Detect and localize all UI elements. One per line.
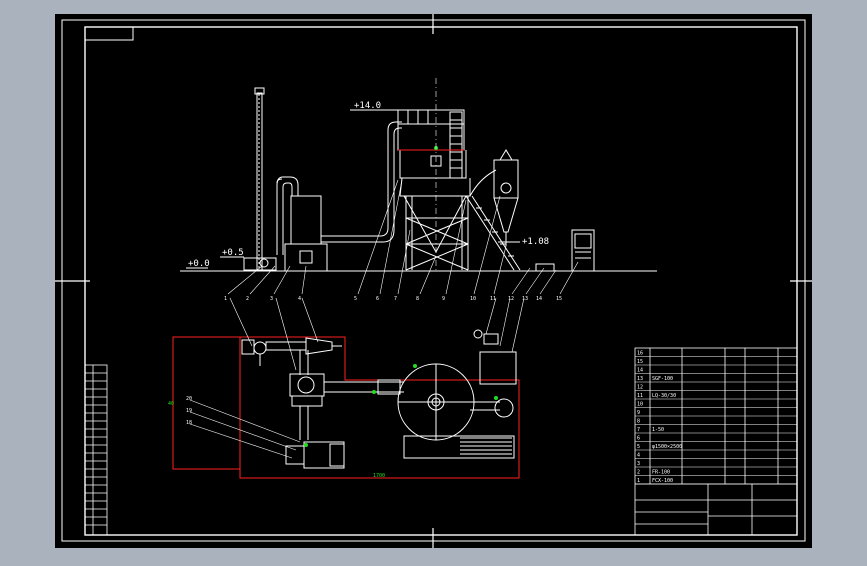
bom-row-part: 1-50 [652, 427, 664, 433]
bom-row-part: FR-100 [652, 470, 670, 476]
cad-viewport[interactable]: +14.0 +1.08 +0.5 +0.0 1 2 3 4 5 6 7 8 9 … [0, 0, 867, 562]
callout: 3 [270, 296, 273, 302]
callout: 4 [298, 296, 301, 302]
level-cyclone: +1.08 [522, 237, 549, 247]
level-top: +14.0 [354, 101, 381, 111]
bom-row-number: 13 [637, 376, 643, 382]
drawing-svg: +14.0 +1.08 +0.5 +0.0 1 2 3 4 5 6 7 8 9 … [55, 14, 812, 548]
callout: 15 [556, 296, 562, 302]
bom-row-number: 15 [637, 359, 643, 365]
callout: 20 [186, 396, 192, 402]
plan-callouts: 20 19 18 [186, 396, 192, 426]
bom-row-number: 10 [637, 402, 643, 408]
bom-row-number: 7 [637, 427, 640, 433]
plan-dim-left: 40 [168, 401, 174, 407]
bom-row-number: 6 [637, 436, 640, 442]
level-low: +0.5 [222, 248, 244, 258]
bom-row-number: 2 [637, 470, 640, 476]
bom-row-number: 3 [637, 461, 640, 467]
level-ground: +0.0 [188, 259, 210, 269]
callout: 5 [354, 296, 357, 302]
callout: 12 [508, 296, 514, 302]
bom-row-number: 9 [637, 410, 640, 416]
bom-row-part: SGF-100 [652, 376, 673, 382]
bom-row-number: 5 [637, 444, 640, 450]
bom-row-number: 14 [637, 368, 643, 374]
bom-row-number: 11 [637, 393, 643, 399]
bom-row-number: 16 [637, 351, 643, 357]
bom-row-part: FCX-100 [652, 478, 673, 484]
callout: 9 [442, 296, 445, 302]
callout: 7 [394, 296, 397, 302]
callout: 8 [416, 296, 419, 302]
bom-row-part: φ1500×2500 [652, 444, 682, 450]
callout: 1 [224, 296, 227, 302]
callout: 18 [186, 420, 192, 426]
callout: 10 [470, 296, 476, 302]
bom-row-number: 12 [637, 385, 643, 391]
bom-row-part: LQ-30/30 [652, 393, 676, 399]
drawing-canvas [55, 14, 812, 548]
callout: 13 [522, 296, 528, 302]
callout: 14 [536, 296, 542, 302]
bom-row-number: 8 [637, 419, 640, 425]
bom-row-number: 4 [637, 453, 640, 459]
callout: 2 [246, 296, 249, 302]
callout: 6 [376, 296, 379, 302]
callout: 19 [186, 408, 192, 414]
plan-dim-bottom: 1700 [373, 473, 385, 479]
bom-row-number: 1 [637, 478, 640, 484]
